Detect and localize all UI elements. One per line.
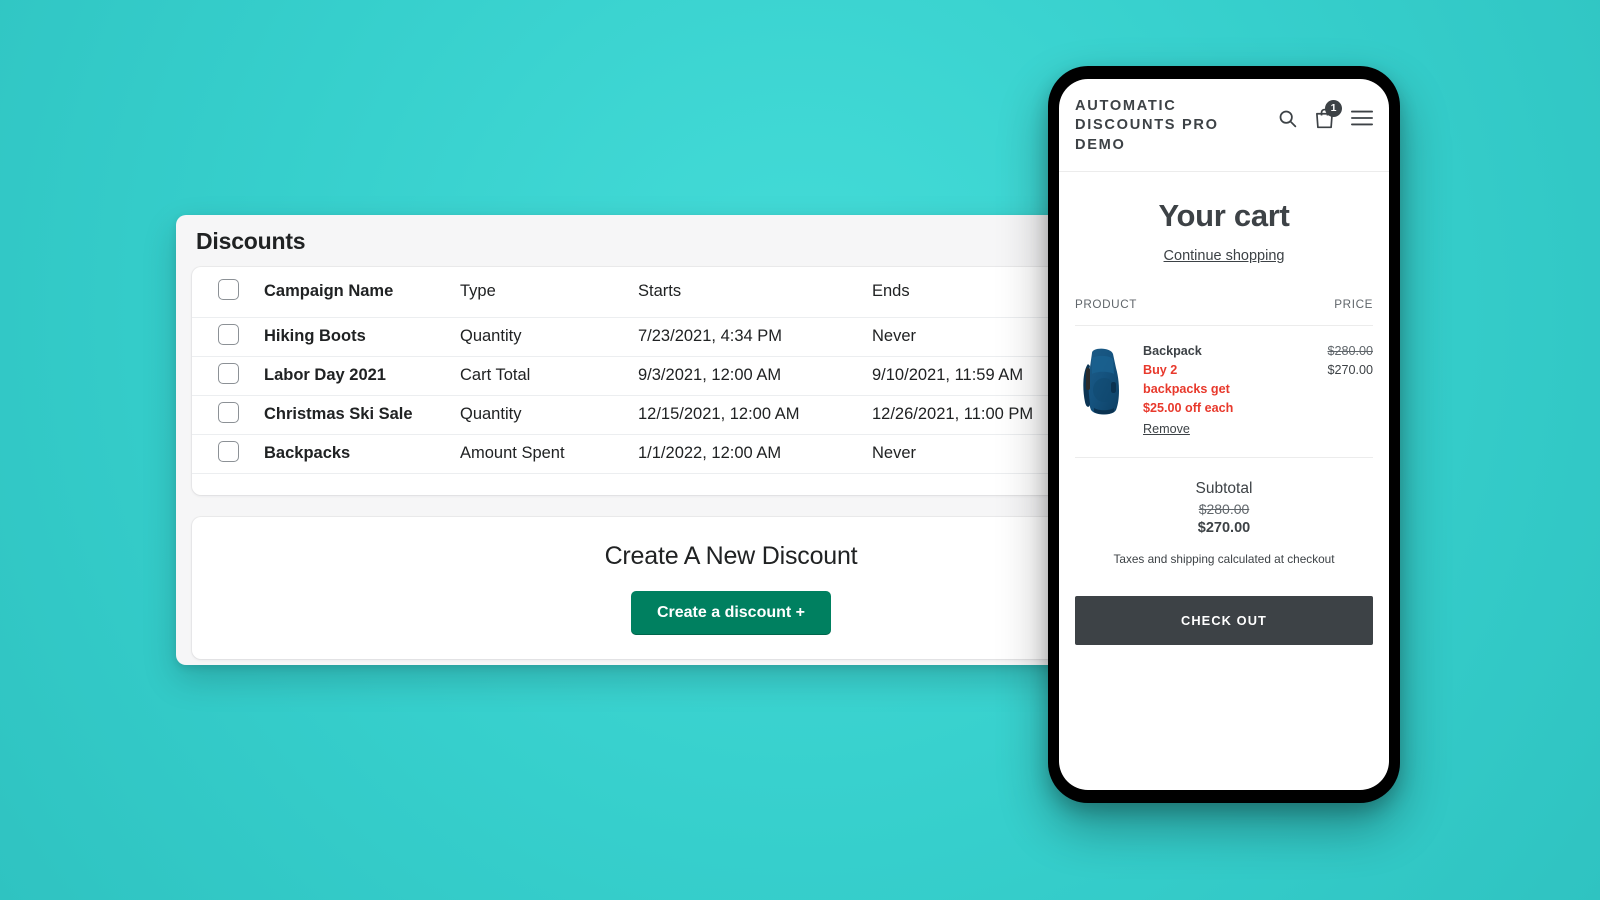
cart-count-badge: 1 xyxy=(1325,100,1342,117)
select-all-cell xyxy=(192,267,264,317)
header-actions: 1 xyxy=(1277,97,1373,134)
row-select-cell xyxy=(192,394,264,434)
product-name: Backpack xyxy=(1143,343,1202,358)
cart-title: Your cart xyxy=(1158,197,1290,233)
cell-starts: 7/23/2021, 4:34 PM xyxy=(638,316,872,356)
cell-type: Quantity xyxy=(460,316,638,356)
create-discount-button[interactable]: Create a discount + xyxy=(630,590,832,635)
continue-shopping-link[interactable]: Continue shopping xyxy=(1075,248,1373,264)
search-icon[interactable] xyxy=(1277,108,1298,134)
cart-col-price: PRICE xyxy=(1334,297,1373,311)
column-header-starts[interactable]: Starts xyxy=(638,267,872,317)
storefront-header: AUTOMATIC DISCOUNTS PRO DEMO 1 xyxy=(1059,79,1389,172)
cell-starts: 9/3/2021, 12:00 AM xyxy=(638,355,872,395)
subtotal-label: Subtotal xyxy=(1195,480,1253,498)
row-checkbox[interactable] xyxy=(218,440,239,462)
cart-icon-wrapper[interactable]: 1 xyxy=(1314,100,1342,134)
cell-campaign-name: Backpacks xyxy=(264,433,460,473)
product-thumbnail-backpack[interactable] xyxy=(1075,342,1127,420)
cart-table-header: PRODUCT PRICE xyxy=(1075,298,1373,326)
cell-starts: 1/1/2022, 12:00 AM xyxy=(638,433,872,473)
subtotal-discounted: $270.00 xyxy=(1197,520,1251,537)
remove-item-link[interactable]: Remove xyxy=(1143,420,1190,439)
create-discount-heading: Create A New Discount xyxy=(604,541,858,570)
shop-name: AUTOMATIC DISCOUNTS PRO DEMO xyxy=(1075,98,1219,153)
taxes-shipping-note: Taxes and shipping calculated at checkou… xyxy=(1113,552,1335,567)
cart-col-product: PRODUCT xyxy=(1075,297,1137,311)
checkout-button[interactable]: CHECK OUT xyxy=(1075,596,1373,646)
phone-screen: AUTOMATIC DISCOUNTS PRO DEMO 1 Your cart… xyxy=(1059,79,1389,790)
row-select-cell xyxy=(192,433,264,473)
subtotal-original: $280.00 xyxy=(1198,501,1250,518)
cell-campaign-name: Labor Day 2021 xyxy=(264,355,460,395)
column-header-campaign-name[interactable]: Campaign Name xyxy=(264,267,460,317)
cell-type: Amount Spent xyxy=(460,433,638,473)
phone-mockup: AUTOMATIC DISCOUNTS PRO DEMO 1 Your cart… xyxy=(1048,66,1400,803)
cell-campaign-name: Christmas Ski Sale xyxy=(264,394,460,434)
row-checkbox[interactable] xyxy=(218,323,239,345)
promo-message: Buy 2 backpacks get $25.00 off each xyxy=(1143,362,1234,416)
cell-type: Cart Total xyxy=(460,355,638,395)
row-select-cell xyxy=(192,316,264,356)
column-header-type[interactable]: Type xyxy=(460,267,638,317)
cart-line-prices: $280.00 $270.00 xyxy=(1311,342,1373,440)
price-discounted: $270.00 xyxy=(1327,362,1373,377)
price-original: $280.00 xyxy=(1327,343,1373,358)
cart-line-item: Backpack Buy 2 backpacks get $25.00 off … xyxy=(1075,326,1373,459)
cell-type: Quantity xyxy=(460,394,638,434)
cell-campaign-name: Hiking Boots xyxy=(264,316,460,356)
cell-starts: 12/15/2021, 12:00 AM xyxy=(638,394,872,434)
row-checkbox[interactable] xyxy=(218,362,239,384)
hamburger-menu-icon[interactable] xyxy=(1351,109,1373,132)
page-title: Discounts xyxy=(196,227,306,254)
row-select-cell xyxy=(192,355,264,395)
cart-line-info: Backpack Buy 2 backpacks get $25.00 off … xyxy=(1143,342,1311,440)
row-checkbox[interactable] xyxy=(218,401,239,423)
select-all-checkbox[interactable] xyxy=(218,278,239,300)
blue-hiking-backpack-icon xyxy=(1083,348,1119,415)
cart-totals: Subtotal $280.00 $270.00 Taxes and shipp… xyxy=(1075,458,1373,574)
cart-body: Your cart Continue shopping PRODUCT PRIC… xyxy=(1059,198,1389,646)
